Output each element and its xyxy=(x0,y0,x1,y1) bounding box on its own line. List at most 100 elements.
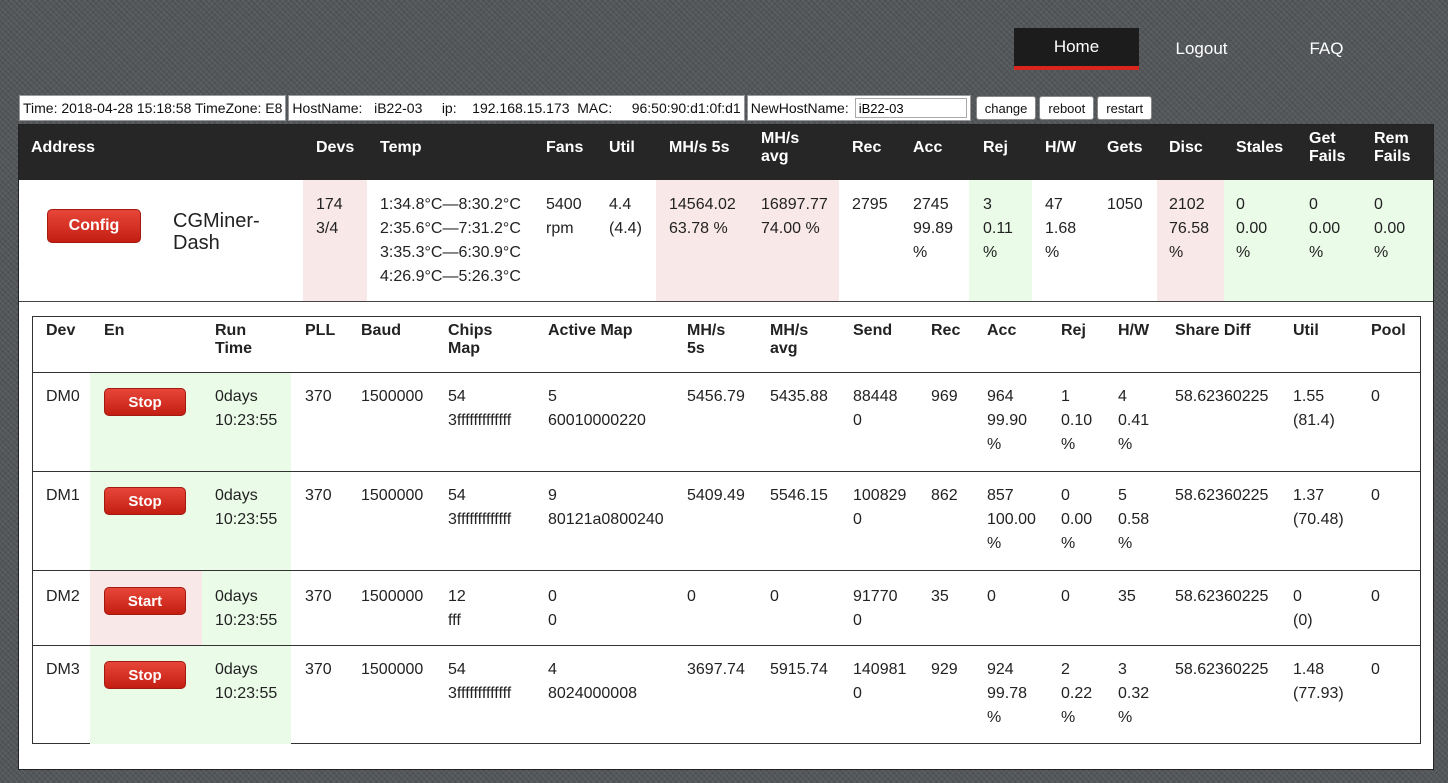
dcol-sharediff: Share Diff xyxy=(1175,322,1251,339)
summary-mhs5s: 14564.02 63.78 % xyxy=(669,196,736,237)
new-hostname-label: NewHostName: xyxy=(750,100,849,116)
device-mhsavg: 0 xyxy=(770,588,779,605)
device-chips: 54 3fffffffffffff xyxy=(448,661,512,702)
device-active-map: 9 80121a0800240 xyxy=(548,487,664,528)
device-chips: 54 3fffffffffffff xyxy=(448,388,512,429)
col-disc: Disc xyxy=(1169,139,1203,156)
device-rec: 929 xyxy=(931,661,958,678)
device-pool: 0 xyxy=(1371,661,1380,678)
device-stop-button[interactable]: Stop xyxy=(104,661,186,689)
nav-faq[interactable]: FAQ xyxy=(1264,28,1389,70)
device-util: 1.37 (70.48) xyxy=(1293,487,1344,528)
summary-stales: 0 0.00% xyxy=(1236,196,1268,261)
col-temp: Temp xyxy=(380,139,422,156)
device-id: DM1 xyxy=(46,487,80,504)
dcol-send: Send xyxy=(853,322,893,339)
device-sharediff: 58.62360225 xyxy=(1175,588,1269,605)
device-send: 91770 0 xyxy=(853,588,898,629)
device-acc: 857 100.00% xyxy=(987,487,1036,552)
nav-home[interactable]: Home xyxy=(1014,28,1139,70)
device-mhs5s: 5409.49 xyxy=(687,487,745,504)
device-id: DM0 xyxy=(46,388,80,405)
dcol-rej: Rej xyxy=(1061,322,1086,339)
device-rej: 0 xyxy=(1061,588,1070,605)
summary-mhsavg: 16897.77 74.00 % xyxy=(761,196,828,237)
device-mhs5s: 0 xyxy=(687,588,696,605)
device-mhs5s: 5456.79 xyxy=(687,388,745,405)
device-row-dm0: DM0 Stop 0days 10:23:55 370 1500000 54 3ff… xyxy=(33,372,1420,471)
dcol-dev: Dev xyxy=(46,322,76,339)
new-hostname-input[interactable] xyxy=(854,98,967,118)
col-fans: Fans xyxy=(546,139,584,156)
miner-title: CGMiner- Dash xyxy=(173,210,260,254)
device-pool: 0 xyxy=(1371,388,1380,405)
device-send: 88448 0 xyxy=(853,388,898,429)
dcol-chips-1: Chips xyxy=(448,322,493,339)
dcol-mhs5s-2: 5s xyxy=(687,340,705,357)
top-nav: Home Logout FAQ xyxy=(1014,28,1389,70)
device-rec: 969 xyxy=(931,388,958,405)
dcol-run-1: Run xyxy=(215,322,247,339)
summary-row: Config CGMiner- Dash 174 3/4 1:34.8°C—8:3… xyxy=(19,180,1433,302)
col-util: Util xyxy=(609,139,635,156)
device-start-button[interactable]: Start xyxy=(104,587,186,615)
reboot-button[interactable]: reboot xyxy=(1039,96,1095,120)
dcol-baud: Baud xyxy=(361,322,401,339)
col-remfails-1: Rem xyxy=(1374,130,1409,147)
col-gets: Gets xyxy=(1107,139,1143,156)
device-stop-button[interactable]: Stop xyxy=(104,388,186,416)
device-acc: 924 99.78% xyxy=(987,661,1028,726)
col-stales: Stales xyxy=(1236,139,1284,156)
summary-fans: 5400 rpm xyxy=(546,196,582,237)
device-stop-button[interactable]: Stop xyxy=(104,487,186,515)
dcol-active: Active Map xyxy=(548,322,633,339)
change-button[interactable]: change xyxy=(975,96,1037,120)
col-rej: Rej xyxy=(983,139,1008,156)
dcol-pool: Pool xyxy=(1371,322,1406,339)
info-bar: Time: 2018-04-28 15:18:58 TimeZone: E8 H… xyxy=(19,94,1153,122)
col-hw: H/W xyxy=(1045,139,1077,156)
device-rec: 862 xyxy=(931,487,958,504)
dcol-util: Util xyxy=(1293,322,1319,339)
device-rec: 35 xyxy=(931,588,949,605)
device-hw: 3 0.32% xyxy=(1118,661,1150,726)
device-pool: 0 xyxy=(1371,487,1380,504)
col-acc: Acc xyxy=(913,139,943,156)
summary-devs: 174 3/4 xyxy=(316,196,343,237)
device-row-dm1: DM1 Stop 0days 10:23:55 370 1500000 54 3ff… xyxy=(33,471,1420,570)
dcol-acc: Acc xyxy=(987,322,1017,339)
device-acc: 964 99.90% xyxy=(987,388,1028,453)
device-rej: 2 0.22% xyxy=(1061,661,1093,726)
dcol-mhs5s-1: MH/s xyxy=(687,322,726,339)
col-address: Address xyxy=(31,139,96,156)
device-mhsavg: 5435.88 xyxy=(770,388,828,405)
device-runtime: 0days 10:23:55 xyxy=(215,388,278,429)
device-pll: 370 xyxy=(305,661,332,678)
dcol-pll: PLL xyxy=(305,322,336,339)
dcol-hw: H/W xyxy=(1118,322,1150,339)
new-hostname-box: NewHostName: xyxy=(746,95,971,121)
summary-gets: 1050 xyxy=(1107,196,1143,213)
device-baud: 1500000 xyxy=(361,487,424,504)
device-acc: 0 xyxy=(987,588,996,605)
device-util: 1.48 (77.93) xyxy=(1293,661,1344,702)
device-row-dm2: DM2 Start 0days 10:23:55 370 1500000 12 ff… xyxy=(33,570,1420,645)
config-button[interactable]: Config xyxy=(47,209,141,243)
device-baud: 1500000 xyxy=(361,388,424,405)
device-hw: 4 0.41% xyxy=(1118,388,1150,453)
summary-disc: 2102 76.58% xyxy=(1169,196,1210,261)
device-chips: 54 3fffffffffffff xyxy=(448,487,512,528)
device-id: DM3 xyxy=(46,661,80,678)
col-mhsavg-1: MH/s xyxy=(761,130,800,147)
device-baud: 1500000 xyxy=(361,661,424,678)
device-util: 0 (0) xyxy=(1293,588,1313,629)
restart-button[interactable]: restart xyxy=(1097,96,1153,120)
dcol-mhsavg-2: avg xyxy=(770,340,798,357)
nav-logout[interactable]: Logout xyxy=(1139,28,1264,70)
summary-hw: 47 1.68% xyxy=(1045,196,1077,261)
device-pll: 370 xyxy=(305,388,332,405)
device-util: 1.55 (81.4) xyxy=(1293,388,1335,429)
device-runtime: 0days 10:23:55 xyxy=(215,588,278,629)
dcol-chips-2: Map xyxy=(448,340,480,357)
device-pll: 370 xyxy=(305,588,332,605)
